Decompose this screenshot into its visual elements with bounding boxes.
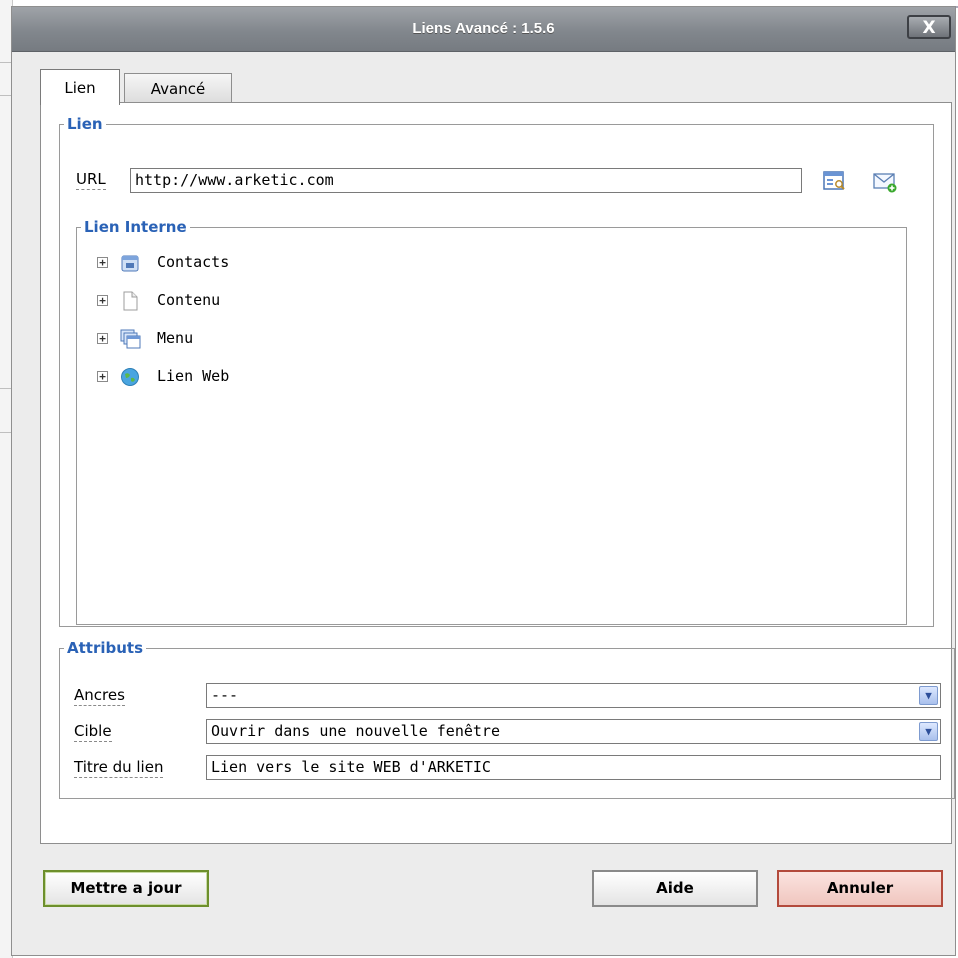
tab-avance[interactable]: Avancé [124, 73, 232, 103]
lien-group-legend: Lien [67, 115, 103, 133]
update-button[interactable]: Mettre a jour [43, 870, 209, 907]
contacts-icon [121, 255, 139, 272]
url-input[interactable]: http://www.arketic.com [130, 168, 802, 193]
menu-icon [120, 329, 141, 349]
target-value: Ouvrir dans une nouvelle fenêtre [211, 722, 500, 740]
expand-icon[interactable]: + [97, 257, 108, 268]
tree-item-label: Contenu [157, 291, 221, 309]
anchors-select[interactable]: --- ▼ [206, 683, 941, 708]
tree-item-label: Contacts [157, 253, 230, 271]
chevron-down-icon[interactable]: ▼ [919, 686, 938, 705]
attributes-legend: Attributs [67, 639, 144, 657]
file-browser-icon[interactable] [822, 169, 848, 195]
dialog-titlebar[interactable]: Liens Avancé : 1.5.6 X [12, 7, 955, 52]
link-title-label: Titre du lien [74, 758, 164, 778]
lien-group: Lien URL http://www.arketic.com Lien Int… [59, 115, 934, 627]
globe-icon [121, 368, 139, 386]
chevron-down-icon[interactable]: ▼ [919, 722, 938, 741]
email-link-icon[interactable] [872, 169, 898, 195]
expand-icon[interactable]: + [97, 295, 108, 306]
document-icon [123, 291, 138, 311]
tab-panel-lien: Lien URL http://www.arketic.com Lien Int… [40, 102, 955, 844]
advanced-links-dialog: Liens Avancé : 1.5.6 X Lien Avancé Lien … [11, 6, 956, 956]
tree-item-label: Lien Web [157, 367, 230, 385]
internal-link-group: Lien Interne + Contacts + Contenu + Menu… [76, 218, 907, 625]
tree-item-label: Menu [157, 329, 194, 347]
expand-icon[interactable]: + [97, 371, 108, 382]
target-label: Cible [74, 722, 112, 742]
close-button[interactable]: X [907, 15, 951, 39]
expand-icon[interactable]: + [97, 333, 108, 344]
tab-lien[interactable]: Lien [40, 69, 120, 105]
target-select[interactable]: Ouvrir dans une nouvelle fenêtre ▼ [206, 719, 941, 744]
help-button[interactable]: Aide [592, 870, 758, 907]
cancel-button[interactable]: Annuler [777, 870, 943, 907]
link-title-input[interactable]: Lien vers le site WEB d'ARKETIC [206, 755, 941, 780]
attributes-group: Attributs Ancres --- ▼ Cible Ouvrir dans… [59, 639, 955, 799]
anchors-label: Ancres [74, 686, 125, 706]
dialog-title: Liens Avancé : 1.5.6 [412, 20, 555, 37]
url-label: URL [76, 170, 106, 190]
internal-link-legend: Lien Interne [84, 218, 187, 236]
close-icon: X [922, 18, 936, 38]
anchors-value: --- [211, 686, 239, 704]
